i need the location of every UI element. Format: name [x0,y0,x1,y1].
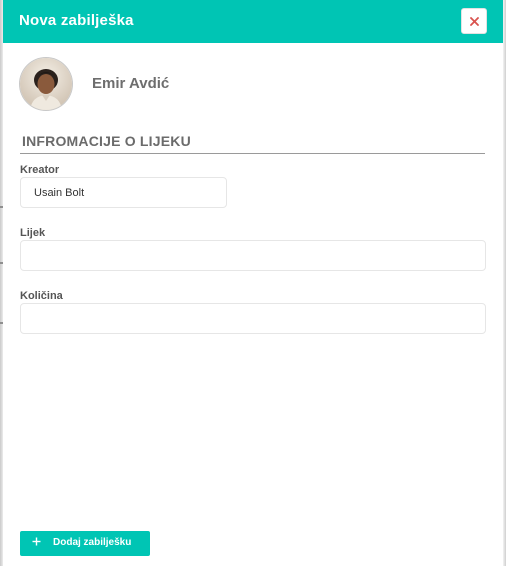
close-button[interactable] [461,8,487,34]
new-note-modal: Nova zabilješka Emir Avdić INFROMACIJE O… [3,0,503,566]
avatar-photo [20,58,72,110]
modal-title: Nova zabilješka [19,12,134,29]
medicine-label: Lijek [20,227,46,239]
quantity-label: Količina [20,290,63,302]
plus-icon [32,537,41,546]
section-divider [20,153,485,154]
quantity-field[interactable] [20,303,486,334]
section-title: INFROMACIJE O LIJEKU [22,133,191,149]
close-icon [470,17,479,26]
user-name: Emir Avdić [92,75,170,92]
creator-field[interactable] [20,177,227,208]
add-note-button-label: Dodaj zabilješku [53,537,132,548]
modal-header: Nova zabilješka [3,0,503,43]
avatar [20,58,72,110]
creator-label: Kreator [20,164,60,176]
medicine-field[interactable] [20,240,486,271]
add-note-button[interactable]: Dodaj zabilješku [20,531,150,556]
